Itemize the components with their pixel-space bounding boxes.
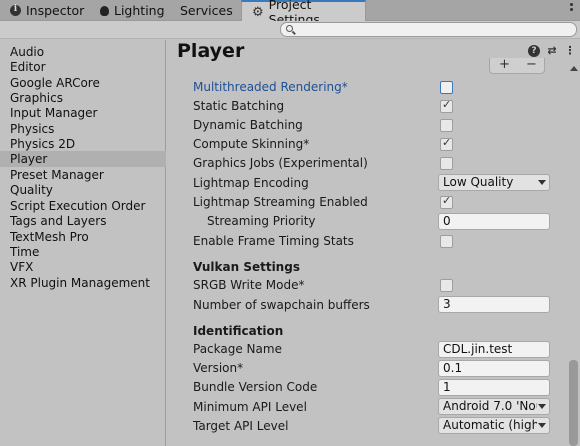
sidebar-item-input-manager[interactable]: Input Manager — [0, 105, 166, 121]
minimum-api-level-dropdown[interactable]: Android 7.0 'Nougat' (API level 24) — [438, 398, 550, 415]
sidebar-item-physics-2d[interactable]: Physics 2D — [0, 136, 166, 152]
settings-rows: + − Multithreaded Rendering* Static Batc… — [167, 40, 567, 446]
dynamic-batching-label: Dynamic Batching — [193, 118, 303, 132]
sidebar-item-textmesh-pro[interactable]: TextMesh Pro — [0, 229, 166, 245]
sidebar-item-preset-manager[interactable]: Preset Manager — [0, 167, 166, 183]
multithreaded-rendering-label: Multithreaded Rendering* — [193, 80, 348, 94]
version-label: Version* — [193, 361, 244, 375]
search-row — [0, 21, 580, 39]
search-input[interactable] — [280, 22, 577, 37]
lightmap-encoding-label: Lightmap Encoding — [193, 176, 309, 190]
remove-icon[interactable]: − — [526, 57, 537, 72]
settings-sidebar: Audio Editor Google ARCore Graphics Inpu… — [0, 40, 166, 446]
minimum-api-level-label: Minimum API Level — [193, 400, 307, 414]
swapchain-buffers-field[interactable]: 3 — [438, 296, 550, 313]
version-field[interactable]: 0.1 — [438, 360, 550, 377]
tab-bar: Inspector Lighting Services ⚙ Project Se… — [0, 0, 580, 27]
add-icon[interactable]: + — [499, 57, 510, 72]
bundle-version-code-label: Bundle Version Code — [193, 380, 318, 394]
tab-lighting[interactable]: Lighting — [90, 0, 172, 21]
frame-timing-checkbox[interactable] — [440, 235, 453, 248]
static-batching-label: Static Batching — [193, 99, 285, 113]
sidebar-item-google-arcore[interactable]: Google ARCore — [0, 75, 166, 91]
swapchain-buffers-label: Number of swapchain buffers — [193, 298, 370, 312]
sidebar-item-tags-and-layers[interactable]: Tags and Layers — [0, 213, 166, 229]
frame-timing-label: Enable Frame Timing Stats — [193, 234, 354, 248]
sidebar-item-script-execution-order[interactable]: Script Execution Order — [0, 198, 166, 214]
lightmap-encoding-dropdown[interactable]: Low Quality — [438, 174, 550, 191]
sidebar-item-vfx[interactable]: VFX — [0, 259, 166, 275]
bulb-icon — [100, 5, 109, 16]
streaming-priority-label: Streaming Priority — [207, 214, 316, 228]
compute-skinning-label: Compute Skinning* — [193, 137, 310, 151]
compute-skinning-checkbox[interactable] — [440, 136, 453, 151]
package-name-field[interactable]: CDL.jin.test — [438, 341, 550, 358]
srgb-write-mode-label: SRGB Write Mode* — [193, 278, 305, 292]
scroll-thumb[interactable] — [569, 360, 578, 446]
vulkan-section-header: Vulkan Settings — [193, 260, 300, 274]
list-add-remove-controls: + − — [489, 57, 545, 74]
sidebar-item-audio[interactable]: Audio — [0, 44, 166, 60]
identification-section-header: Identification — [193, 324, 284, 338]
dynamic-batching-checkbox[interactable] — [440, 119, 453, 132]
sidebar-item-quality[interactable]: Quality — [0, 182, 166, 198]
target-api-level-dropdown[interactable]: Automatic (highest installed) — [438, 417, 550, 434]
chevron-down-icon — [538, 423, 546, 428]
srgb-write-mode-checkbox[interactable] — [440, 279, 453, 292]
chevron-down-icon — [538, 404, 546, 409]
lightmap-streaming-checkbox[interactable] — [440, 194, 453, 209]
search-icon — [286, 25, 293, 32]
graphics-jobs-label: Graphics Jobs (Experimental) — [193, 156, 368, 170]
bundle-version-code-field[interactable]: 1 — [438, 379, 550, 396]
sidebar-item-time[interactable]: Time — [0, 244, 166, 260]
info-icon — [10, 4, 21, 16]
sidebar-item-graphics[interactable]: Graphics — [0, 90, 166, 106]
sidebar-item-editor[interactable]: Editor — [0, 59, 166, 75]
tab-inspector[interactable]: Inspector — [0, 0, 88, 21]
sidebar-item-player[interactable]: Player — [0, 151, 166, 167]
sidebar-item-physics[interactable]: Physics — [0, 121, 166, 137]
vertical-scrollbar[interactable] — [567, 60, 580, 446]
player-settings-panel: Player ? ⇄ ⋮ + − Multithreaded Rendering… — [167, 40, 580, 446]
tab-project-settings[interactable]: ⚙ Project Settings — [241, 0, 366, 27]
chevron-down-icon — [538, 180, 546, 185]
tab-services[interactable]: Services — [170, 0, 240, 21]
graphics-jobs-checkbox[interactable] — [440, 157, 453, 170]
static-batching-checkbox[interactable] — [440, 98, 453, 113]
scroll-up-icon[interactable] — [570, 66, 578, 71]
target-api-level-label: Target API Level — [193, 419, 289, 433]
package-name-label: Package Name — [193, 342, 282, 356]
streaming-priority-field[interactable]: 0 — [438, 213, 550, 230]
multithreaded-rendering-checkbox[interactable] — [440, 81, 453, 94]
sidebar-item-xr-plugin-management[interactable]: XR Plugin Management — [0, 275, 166, 291]
kebab-menu-icon[interactable] — [570, 3, 574, 13]
gear-icon: ⚙ — [252, 4, 264, 20]
lightmap-streaming-label: Lightmap Streaming Enabled — [193, 195, 368, 209]
